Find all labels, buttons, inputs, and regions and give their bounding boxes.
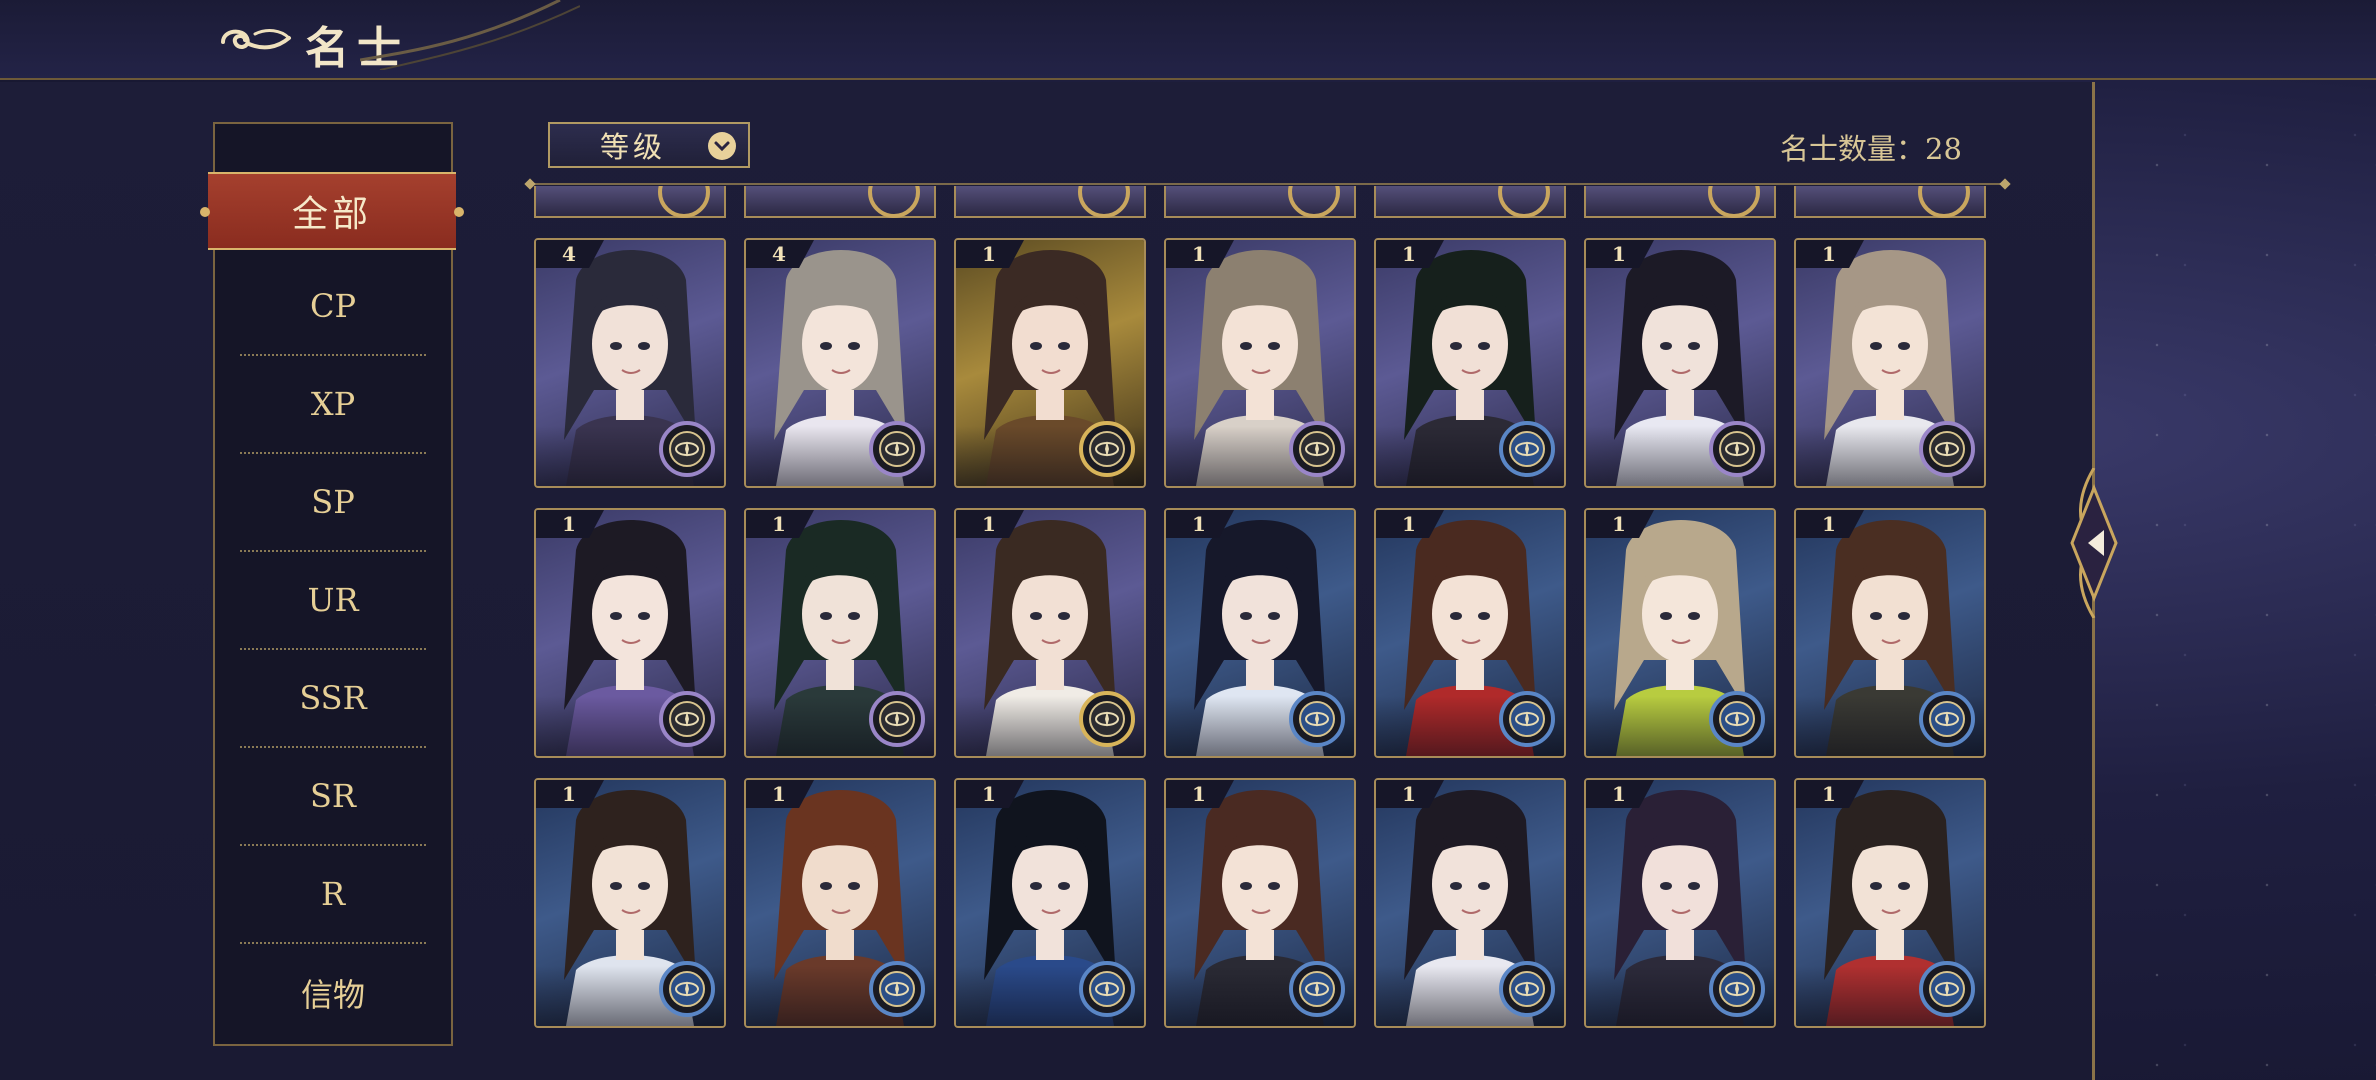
filter-tab-xp[interactable]: XP xyxy=(240,356,426,454)
character-grid: 441111111111111111111 xyxy=(530,186,2005,1080)
character-card[interactable]: 1 xyxy=(1794,508,1986,758)
compass-icon xyxy=(869,421,925,477)
character-card[interactable]: 1 xyxy=(954,508,1146,758)
character-card[interactable]: 1 xyxy=(1794,238,1986,488)
compass-icon xyxy=(1499,421,1555,477)
card-peek[interactable] xyxy=(1164,186,1356,218)
compass-icon xyxy=(869,961,925,1017)
compass-icon xyxy=(1079,691,1135,747)
compass-icon xyxy=(1289,691,1345,747)
character-count: 名士数量：28 xyxy=(1780,132,1962,166)
compass-icon xyxy=(1078,186,1130,218)
header-ornament xyxy=(360,0,580,70)
filter-tab-label: CP xyxy=(309,287,356,325)
card-peek[interactable] xyxy=(534,186,726,218)
filter-tab-label: UR xyxy=(307,581,359,619)
filter-tab-all[interactable]: 全部 xyxy=(200,172,464,250)
compass-icon xyxy=(1079,421,1135,477)
filter-tab-label: SSR xyxy=(299,679,367,717)
character-card[interactable]: 1 xyxy=(1164,238,1356,488)
character-card[interactable]: 1 xyxy=(1794,778,1986,1028)
compass-icon xyxy=(1919,421,1975,477)
compass-icon xyxy=(658,186,710,218)
compass-icon xyxy=(1498,186,1550,218)
compass-icon xyxy=(868,186,920,218)
character-card[interactable]: 4 xyxy=(534,238,726,488)
character-card[interactable]: 1 xyxy=(744,508,936,758)
filter-tab-label: 全部 xyxy=(291,194,372,235)
compass-icon xyxy=(1289,421,1345,477)
card-peek[interactable] xyxy=(744,186,936,218)
character-card[interactable]: 1 xyxy=(1164,508,1356,758)
compass-icon xyxy=(1919,961,1975,1017)
compass-icon xyxy=(869,691,925,747)
character-card[interactable]: 1 xyxy=(1374,778,1566,1028)
compass-icon xyxy=(1079,961,1135,1017)
character-card[interactable]: 1 xyxy=(954,238,1146,488)
character-card[interactable]: 1 xyxy=(1584,238,1776,488)
character-card[interactable]: 1 xyxy=(1584,778,1776,1028)
filter-tab-r[interactable]: R xyxy=(240,846,426,944)
sort-dropdown[interactable]: 等级 xyxy=(548,122,750,168)
cloud-swirl-icon xyxy=(221,29,291,50)
compass-icon xyxy=(1288,186,1340,218)
filter-tab-cp[interactable]: CP xyxy=(240,258,426,356)
card-peek[interactable] xyxy=(954,186,1146,218)
compass-icon xyxy=(1708,186,1760,218)
compass-icon xyxy=(1709,421,1765,477)
filter-tab-label: SP xyxy=(311,483,355,521)
character-card[interactable]: 1 xyxy=(1374,238,1566,488)
compass-icon xyxy=(659,961,715,1017)
top-bar: 名士 xyxy=(0,0,2376,80)
compass-icon xyxy=(1709,961,1765,1017)
filter-tab-token[interactable]: 信物 xyxy=(240,944,426,1042)
compass-icon xyxy=(659,691,715,747)
filter-tab-ssr[interactable]: SSR xyxy=(240,650,426,748)
character-card[interactable]: 1 xyxy=(1374,508,1566,758)
filter-tab-sr[interactable]: SR xyxy=(240,748,426,846)
character-card[interactable]: 1 xyxy=(1164,778,1356,1028)
filter-tab-label: 信物 xyxy=(300,976,365,1014)
filter-tab-ur[interactable]: UR xyxy=(240,552,426,650)
compass-icon xyxy=(1918,186,1970,218)
character-card[interactable]: 4 xyxy=(744,238,936,488)
filter-tab-label: XP xyxy=(310,385,356,423)
collapse-arrow-icon[interactable] xyxy=(2066,468,2122,618)
filter-tab-label: R xyxy=(320,875,346,913)
compass-icon xyxy=(1499,691,1555,747)
card-peek[interactable] xyxy=(1584,186,1776,218)
card-peek[interactable] xyxy=(1374,186,1566,218)
compass-icon xyxy=(1289,961,1345,1017)
character-card[interactable]: 1 xyxy=(954,778,1146,1028)
character-card[interactable]: 1 xyxy=(534,778,726,1028)
filter-tab-label: SR xyxy=(309,777,356,815)
compass-icon xyxy=(1919,691,1975,747)
compass-icon xyxy=(1709,691,1765,747)
chevron-down-icon xyxy=(708,132,736,160)
filter-tab-sp[interactable]: SP xyxy=(240,454,426,552)
compass-icon xyxy=(1499,961,1555,1017)
toolbar-divider xyxy=(530,183,2005,185)
character-card[interactable]: 1 xyxy=(744,778,936,1028)
sort-label: 等级 xyxy=(600,130,667,164)
card-peek[interactable] xyxy=(1794,186,1986,218)
compass-icon xyxy=(659,421,715,477)
character-card[interactable]: 1 xyxy=(534,508,726,758)
character-card[interactable]: 1 xyxy=(1584,508,1776,758)
